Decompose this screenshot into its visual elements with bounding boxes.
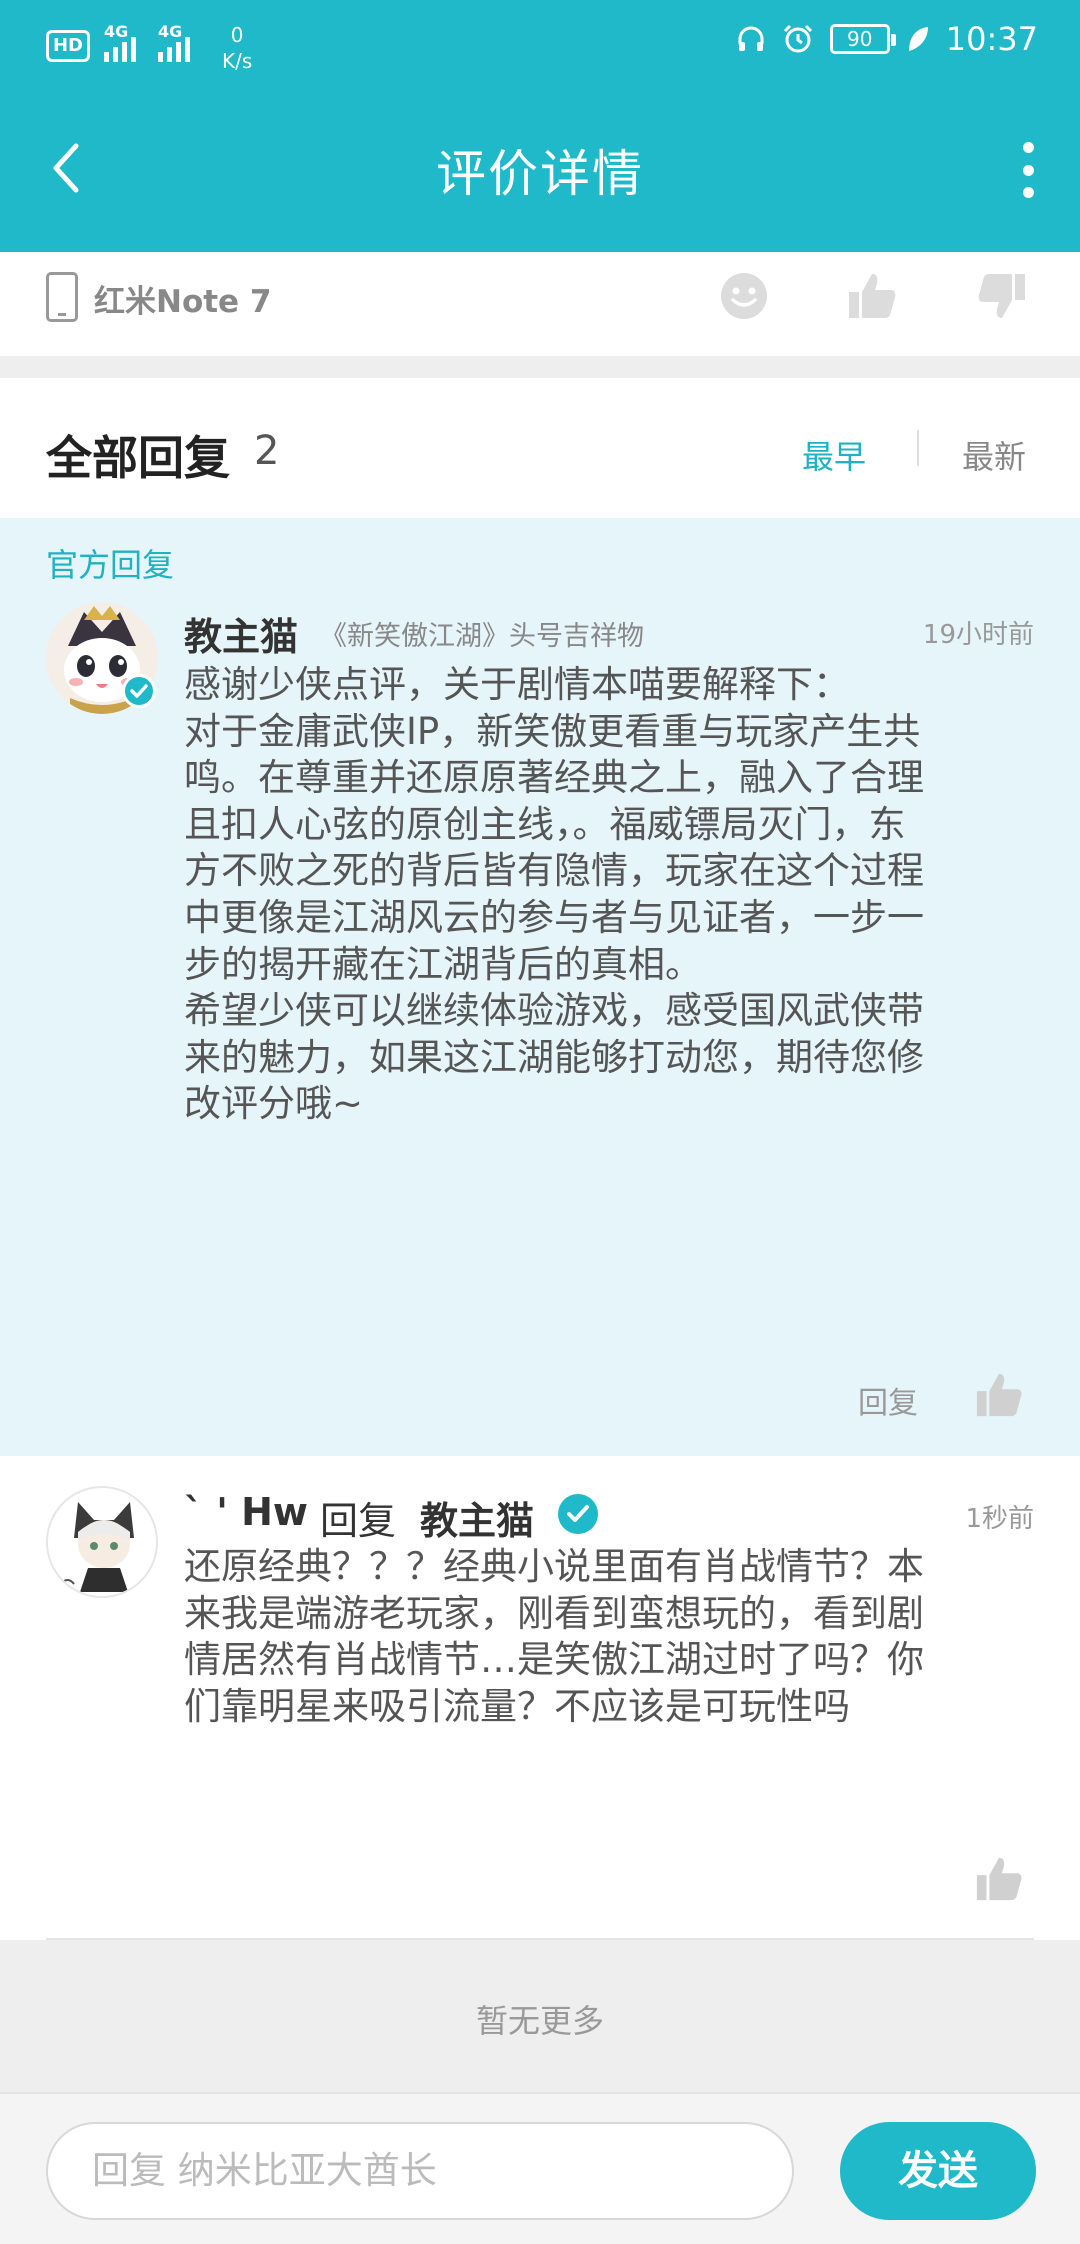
network-type-1: 4G bbox=[104, 22, 129, 41]
text-line: 中更像是江湖风云的参与者与见证者，一步一 bbox=[184, 895, 924, 939]
reply-target[interactable]: 教主猫 bbox=[420, 1490, 534, 1545]
reply-time: 19小时前 bbox=[922, 620, 1034, 650]
no-more-text: 暂无更多 bbox=[475, 2002, 604, 2040]
thumbs-up-icon[interactable] bbox=[974, 1854, 1024, 1904]
section-divider bbox=[0, 356, 1080, 378]
official-reply-text: 感谢少侠点评，关于剧情本喵要解释下： 对于金庸武侠IP，新笑傲更看重与玩家产生共… bbox=[184, 662, 1034, 1128]
status-bar: HD 4G 4G 0 K/s 90 10:37 bbox=[0, 0, 1080, 84]
sort-earliest-tab[interactable]: 最早 bbox=[802, 432, 866, 478]
more-options-icon[interactable] bbox=[1016, 142, 1040, 198]
end-of-list: 暂无更多 bbox=[0, 1940, 1080, 2092]
status-left: HD 4G 4G 0 K/s bbox=[46, 22, 252, 74]
signal-icon: 4G bbox=[158, 22, 198, 62]
leaf-icon bbox=[908, 27, 928, 51]
text-line: 感谢少侠点评，关于剧情本喵要解释下： bbox=[184, 663, 850, 706]
replies-header: 全部回复 2 最早 最新 bbox=[0, 378, 1080, 518]
reply-button[interactable]: 回复 bbox=[858, 1378, 918, 1422]
text-line: 步的揭开藏在江湖背后的真相。 bbox=[184, 942, 702, 986]
net-speed: 0 K/s bbox=[222, 22, 252, 74]
signal-icon: 4G bbox=[104, 22, 144, 62]
text-line: 且扣人心弦的原创主线，。福威镖局灭门，东 bbox=[184, 802, 906, 846]
text-line: 鸣。在尊重并还原原著经典之上，融入了合理 bbox=[184, 756, 924, 800]
user-reply: ` ' Hw 回复 教主猫 1秒前 还原经典？？？经典小说里面有肖战情节？本 来… bbox=[0, 1456, 1080, 1940]
thumbs-up-icon[interactable] bbox=[846, 270, 898, 322]
alarm-icon bbox=[783, 24, 812, 53]
verified-badge-icon bbox=[558, 1494, 598, 1534]
replies-count: 2 bbox=[254, 428, 280, 474]
sort-latest-tab[interactable]: 最新 bbox=[962, 432, 1026, 478]
thumbs-up-icon[interactable] bbox=[974, 1370, 1024, 1420]
send-button[interactable]: 发送 bbox=[840, 2122, 1036, 2220]
reply-input-bar: 回复 纳米比亚大酋长 发送 bbox=[0, 2092, 1080, 2244]
text-line: 来的魅力，如果这江湖能够打动您，期待您修 bbox=[184, 1035, 924, 1079]
review-actions-row: 红米Note 7 bbox=[0, 252, 1080, 356]
text-line: 来我是端游老玩家，刚看到蛮想玩的，看到剧 bbox=[184, 1591, 924, 1635]
nav-bar: 评价详情 bbox=[0, 84, 1080, 252]
device-name: 红米Note 7 bbox=[94, 284, 272, 320]
hd-badge: HD bbox=[46, 30, 90, 62]
phone-icon bbox=[46, 272, 78, 322]
text-line: 对于金庸武侠IP，新笑傲更看重与玩家产生共 bbox=[184, 709, 921, 753]
text-line: 希望少侠可以继续体验游戏，感受国风武侠带 bbox=[184, 989, 924, 1033]
text-line: 改评分哦~ bbox=[184, 1082, 364, 1126]
text-line: 情居然有肖战情节…是笑傲江湖过时了吗？你 bbox=[184, 1638, 924, 1682]
author-name[interactable]: 教主猫 bbox=[184, 606, 298, 661]
reply-input[interactable]: 回复 纳米比亚大酋长 bbox=[46, 2122, 794, 2220]
page-title: 评价详情 bbox=[436, 145, 644, 203]
network-type-2: 4G bbox=[158, 22, 183, 41]
author-title: 《新笑傲江湖》头号吉祥物 bbox=[320, 621, 644, 652]
net-speed-value: 0 bbox=[230, 23, 244, 47]
emoji-icon[interactable] bbox=[718, 270, 770, 322]
official-reply: 官方回复 教主猫 《新笑傲江湖》头号吉祥物 19小时前 感谢少侠点评，关于剧情本… bbox=[0, 518, 1080, 1456]
thumbs-down-icon[interactable] bbox=[976, 270, 1028, 322]
avatar[interactable] bbox=[46, 1486, 158, 1598]
top-bar: HD 4G 4G 0 K/s 90 10:37 评价详情 bbox=[0, 0, 1080, 252]
net-speed-unit: K/s bbox=[222, 49, 253, 73]
reply-time: 1秒前 bbox=[965, 1504, 1034, 1534]
user-reply-text: 还原经典？？？经典小说里面有肖战情节？本 来我是端游老玩家，刚看到蛮想玩的，看到… bbox=[184, 1544, 1034, 1730]
verified-badge-icon bbox=[122, 674, 156, 708]
text-line: 们靠明星来吸引流量？不应该是可玩性吗 bbox=[184, 1684, 850, 1728]
official-reply-tag: 官方回复 bbox=[46, 546, 175, 584]
clock: 10:37 bbox=[945, 20, 1038, 58]
status-right: 90 10:37 bbox=[736, 20, 1038, 58]
text-line: 还原经典？？？经典小说里面有肖战情节？本 bbox=[184, 1545, 924, 1588]
reply-word: 回复 bbox=[320, 1499, 397, 1543]
author-name[interactable]: ` ' Hw bbox=[184, 1490, 308, 1534]
headphones-icon bbox=[738, 26, 764, 51]
battery-icon: 90 bbox=[829, 24, 896, 54]
sort-divider bbox=[917, 430, 919, 466]
text-line: 方不败之死的背后皆有隐情，玩家在这个过程 bbox=[184, 849, 924, 893]
replies-title: 全部回复 bbox=[46, 431, 230, 485]
